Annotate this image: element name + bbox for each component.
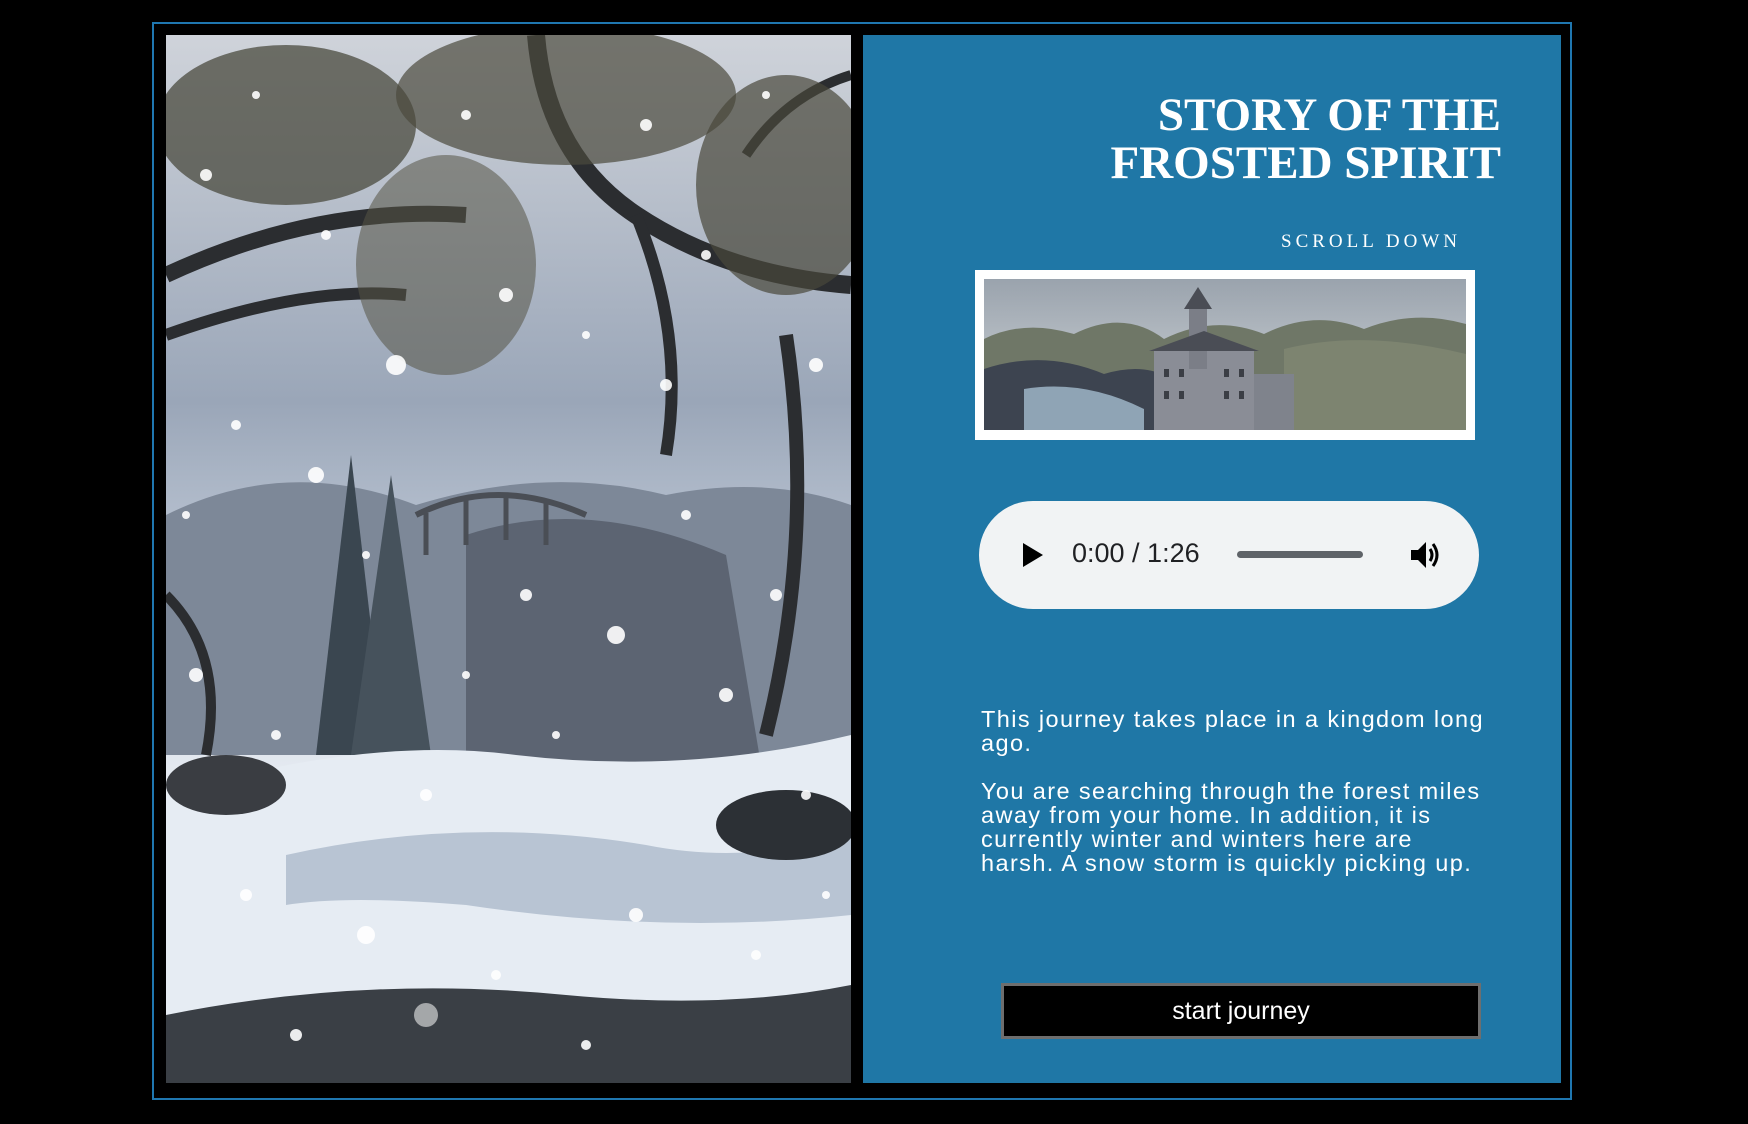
story-panel: STORY OF THE FROSTED SPIRIT SCROLL DOWN: [863, 35, 1561, 1083]
castle-image-frame: [975, 270, 1475, 440]
title-line-1: STORY OF THE: [1157, 89, 1501, 141]
castle-landscape-image: [984, 279, 1466, 430]
play-icon[interactable]: [1021, 541, 1045, 569]
snowy-forest-illustration: [166, 35, 851, 1083]
audio-progress-slider[interactable]: [1237, 551, 1363, 558]
page-title: STORY OF THE FROSTED SPIRIT: [981, 91, 1501, 187]
story-paragraph-2: You are searching through the forest mil…: [981, 778, 1481, 876]
audio-player[interactable]: 0:00 / 1:26: [979, 501, 1479, 609]
start-journey-button[interactable]: start journey: [1001, 983, 1481, 1039]
volume-icon[interactable]: [1409, 539, 1443, 571]
story-text: This journey takes place in a kingdom lo…: [981, 707, 1491, 877]
page-frame: STORY OF THE FROSTED SPIRIT SCROLL DOWN: [152, 22, 1572, 1100]
title-line-2: FROSTED SPIRIT: [1110, 137, 1501, 189]
audio-time-display: 0:00 / 1:26: [1072, 538, 1200, 568]
scroll-down-hint: SCROLL DOWN: [1281, 231, 1461, 252]
story-paragraph-1: This journey takes place in a kingdom lo…: [981, 707, 1484, 756]
snowy-forest-image: [166, 35, 851, 1083]
